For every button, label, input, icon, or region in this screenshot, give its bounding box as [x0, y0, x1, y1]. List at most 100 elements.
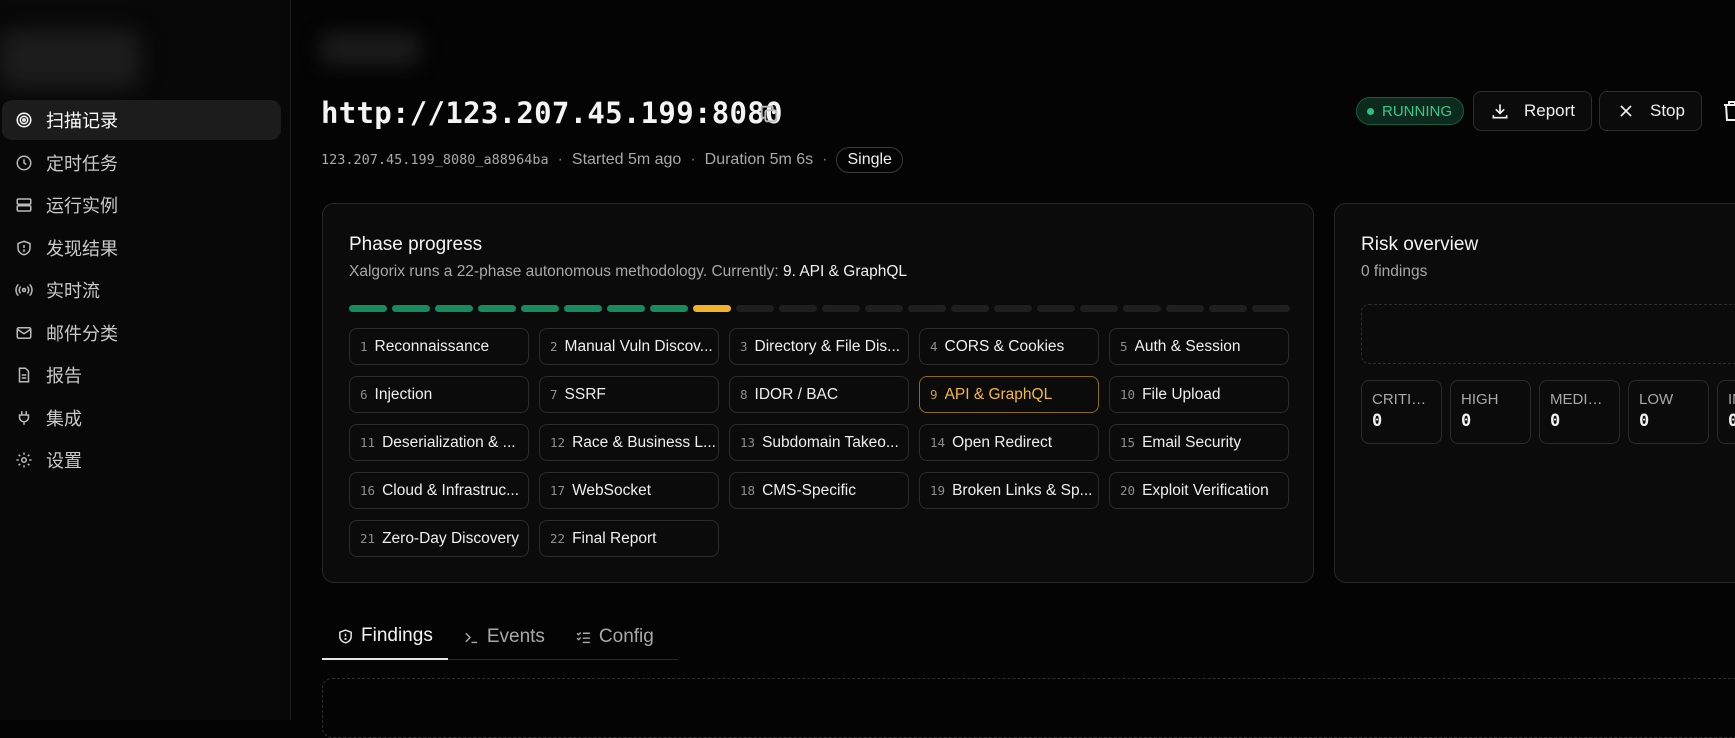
phase-item[interactable]: 15 Email Security	[1109, 424, 1289, 461]
phase-progress-segment	[736, 305, 774, 312]
phase-name: Deserialization & ...	[382, 433, 516, 451]
phase-item[interactable]: 5 Auth & Session	[1109, 328, 1289, 365]
phase-item[interactable]: 22 Final Report	[539, 520, 719, 557]
phase-number: 15	[1120, 435, 1136, 450]
phase-item[interactable]: 7 SSRF	[539, 376, 719, 413]
severity-label: MEDIU...	[1550, 391, 1609, 408]
sidebar-item-integrations[interactable]: 集成	[2, 398, 281, 438]
phase-number: 17	[550, 483, 566, 498]
phase-item[interactable]: 19 Broken Links & Sp...	[919, 472, 1099, 509]
close-icon	[1620, 105, 1632, 117]
phase-item[interactable]: 1 Reconnaissance	[349, 328, 529, 365]
phase-name: Cloud & Infrastruc...	[382, 481, 520, 499]
phase-item[interactable]: 11 Deserialization & ...	[349, 424, 529, 461]
severity-label: LOW	[1639, 391, 1674, 408]
severity-tile: MEDIU... 0	[1539, 380, 1620, 444]
tab-label: Events	[486, 626, 545, 647]
phase-progress-segment	[478, 305, 516, 312]
gear-icon	[16, 452, 32, 468]
phase-progress-segment	[349, 305, 387, 312]
phase-number: 4	[930, 339, 938, 354]
tab-findings[interactable]: Findings	[322, 614, 448, 660]
risk-overview-card: Risk overview 0 findings CRITIC... 0 HIGH 0…	[1334, 203, 1735, 583]
report-button-label: Report	[1524, 101, 1576, 120]
phase-item[interactable]: 16 Cloud & Infrastruc...	[349, 472, 529, 509]
phase-progress-segment	[521, 305, 559, 312]
phase-item[interactable]: 4 CORS & Cookies	[919, 328, 1099, 365]
phase-number: 1	[360, 339, 368, 354]
phase-name: Broken Links & Sp...	[952, 481, 1093, 499]
phase-number: 13	[740, 435, 756, 450]
severity-count: 0	[1372, 411, 1383, 431]
stop-button[interactable]: Stop	[1599, 91, 1702, 131]
scan-id: 123.207.45.199_8080_a88964ba	[321, 152, 549, 168]
phase-item[interactable]: 3 Directory & File Dis...	[729, 328, 909, 365]
sidebar-item-settings[interactable]: 设置	[2, 440, 281, 480]
phase-item[interactable]: 13 Subdomain Takeo...	[729, 424, 909, 461]
clock-icon	[16, 155, 32, 170]
plug-icon	[18, 410, 30, 425]
phase-item[interactable]: 6 Injection	[349, 376, 529, 413]
scan-duration: Duration 5m 6s	[704, 151, 814, 168]
risk-card-title: Risk overview	[1361, 234, 1479, 255]
phase-progress-segment	[650, 305, 688, 312]
stop-button-label: Stop	[1650, 101, 1685, 120]
phase-progress-segment	[564, 305, 602, 312]
server-icon	[16, 198, 32, 212]
phase-number: 12	[550, 435, 566, 450]
phase-item[interactable]: 18 CMS-Specific	[729, 472, 909, 509]
phase-progress-segment	[865, 305, 903, 312]
phase-item[interactable]: 14 Open Redirect	[919, 424, 1099, 461]
severity-counts: CRITIC... 0 HIGH 0 MEDIU... 0 LOW 0 IN 0	[1361, 380, 1735, 444]
phase-name: Exploit Verification	[1142, 481, 1269, 499]
phase-item[interactable]: 2 Manual Vuln Discov...	[539, 328, 719, 365]
phase-item[interactable]: 9 API & GraphQL	[919, 376, 1099, 413]
phase-number: 5	[1120, 339, 1128, 354]
phase-grid: 1 Reconnaissance 2 Manual Vuln Discov... 3 Di…	[349, 328, 1291, 557]
phase-item[interactable]: 10 File Upload	[1109, 376, 1289, 413]
scan-started: Started 5m ago	[571, 151, 682, 168]
phase-name: Race & Business L...	[572, 433, 716, 451]
phase-number: 21	[360, 531, 376, 546]
sidebar-item-instances[interactable]: 运行实例	[2, 185, 281, 225]
status-dot	[1367, 107, 1374, 115]
severity-label: IN	[1728, 391, 1735, 408]
tab-config[interactable]: Config	[560, 614, 669, 660]
phase-name: CMS-Specific	[762, 481, 856, 499]
phase-progress-segment	[693, 305, 731, 312]
findings-panel	[322, 678, 1735, 738]
phase-progress-segment	[1252, 305, 1290, 312]
phase-name: File Upload	[1142, 385, 1221, 403]
phase-name: Reconnaissance	[374, 337, 490, 355]
sidebar-item-scan-records[interactable]: 扫描记录	[2, 100, 281, 140]
phase-name: API & GraphQL	[944, 385, 1053, 403]
status-badge: RUNNING	[1356, 97, 1464, 125]
sidebar-item-reports[interactable]: 报告	[2, 355, 281, 395]
sidebar-item-scheduled-tasks[interactable]: 定时任务	[2, 143, 281, 183]
severity-tile: CRITIC... 0	[1361, 380, 1442, 444]
phase-progress-segment	[1166, 305, 1204, 312]
status-label: RUNNING	[1382, 102, 1452, 120]
phase-progress-segment	[1080, 305, 1118, 312]
copy-icon[interactable]	[758, 103, 780, 125]
phase-number: 11	[360, 435, 376, 450]
scan-tabs: Findings Events Config	[322, 614, 678, 660]
tab-events[interactable]: Events	[448, 614, 560, 660]
phase-name: Auth & Session	[1134, 337, 1241, 355]
severity-tile: LOW 0	[1628, 380, 1709, 444]
phase-item[interactable]: 21 Zero-Day Discovery	[349, 520, 529, 557]
brand-logo-blurred	[0, 22, 430, 92]
phase-name: Subdomain Takeo...	[762, 433, 899, 451]
phase-name: IDOR / BAC	[754, 385, 839, 403]
phase-item[interactable]: 8 IDOR / BAC	[729, 376, 909, 413]
report-button[interactable]: Report	[1473, 91, 1593, 131]
phase-item[interactable]: 12 Race & Business L...	[539, 424, 719, 461]
phase-item[interactable]: 20 Exploit Verification	[1109, 472, 1289, 509]
sidebar-item-findings[interactable]: 发现结果	[2, 228, 281, 268]
sidebar-item-mail[interactable]: 邮件分类	[2, 313, 281, 353]
trash-icon[interactable]	[1722, 100, 1735, 122]
phase-item[interactable]: 17 WebSocket	[539, 472, 719, 509]
sidebar-item-live-stream[interactable]: 实时流	[2, 270, 281, 310]
sidebar-item-label: 设置	[46, 451, 82, 471]
shield-icon	[17, 239, 31, 256]
